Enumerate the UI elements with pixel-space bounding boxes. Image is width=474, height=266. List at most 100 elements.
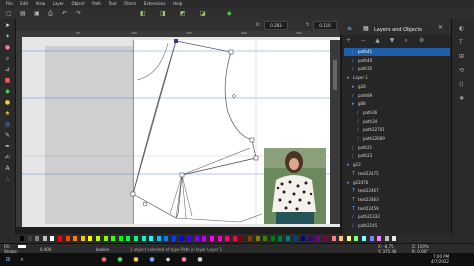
palette-swatch[interactable]	[301, 236, 306, 241]
palette-swatch[interactable]	[172, 236, 176, 241]
app-icon[interactable]: ●	[180, 256, 188, 263]
palette-swatch[interactable]	[278, 236, 283, 241]
palette-swatch[interactable]	[111, 236, 116, 241]
palette-swatch[interactable]	[141, 236, 146, 241]
vertical-scrollbar[interactable]	[330, 40, 340, 224]
layer-tree-row[interactable]: ∕ path21	[344, 144, 450, 152]
layer-tree-row[interactable]: ∕ path34	[344, 118, 450, 126]
palette-swatch[interactable]	[20, 236, 24, 241]
clock-date[interactable]: 4/7/2022	[431, 259, 449, 264]
app-icon[interactable]: ●	[196, 256, 204, 263]
app-icon[interactable]: ●	[100, 256, 108, 263]
align-icon[interactable]: ⊞	[459, 53, 464, 60]
move-down-icon[interactable]: ▼	[390, 38, 398, 44]
layer-tree-row[interactable]: ▸ g28	[344, 83, 450, 91]
palette-swatch[interactable]	[103, 236, 108, 241]
palette-swatch[interactable]	[88, 236, 93, 241]
start-icon[interactable]: ⊞	[4, 256, 12, 263]
layer-selector[interactable]: bodice	[96, 247, 109, 252]
transform-icon[interactable]: ⟲	[459, 67, 464, 74]
palette-swatch[interactable]	[324, 236, 328, 241]
layer-tree-row[interactable]: Ttext22463	[344, 196, 450, 204]
layer-tree-row[interactable]: ∕ path36	[344, 109, 450, 117]
layer-tree-row[interactable]: Ttext22467	[344, 187, 450, 195]
layer-tree-row[interactable]: ∕ path89	[344, 92, 450, 100]
palette-swatch[interactable]	[346, 236, 351, 241]
fill-swatch[interactable]	[18, 245, 26, 248]
palette-swatch[interactable]	[194, 236, 199, 241]
layer-tree-row[interactable]: ∕ path22689	[344, 135, 450, 143]
palette-swatch[interactable]	[293, 236, 298, 241]
palette-swatch[interactable]	[232, 236, 237, 241]
palette-swatch[interactable]	[240, 236, 245, 241]
layer-tree-row[interactable]: ▸ g88	[344, 100, 450, 108]
palette-swatch[interactable]	[392, 236, 397, 241]
palette-swatch[interactable]	[369, 236, 374, 241]
layer-tree-row[interactable]: ∕ path23	[344, 152, 450, 160]
layer-tree-row[interactable]: ∕ path22701	[344, 126, 450, 134]
palette-swatch[interactable]	[58, 236, 62, 241]
palette-swatch[interactable]	[255, 236, 260, 241]
palette-swatch[interactable]	[73, 236, 78, 241]
palette-swatch[interactable]	[377, 236, 382, 241]
xml-editor-icon[interactable]: ⟨⟩	[459, 81, 464, 88]
palette-swatch[interactable]	[210, 236, 214, 241]
search-icon[interactable]: ⌕	[18, 256, 26, 263]
palette-swatch[interactable]	[164, 236, 169, 241]
layer-tree-row[interactable]: ∕ path21333	[344, 213, 450, 221]
close-icon[interactable]: ✕	[438, 24, 443, 31]
layer-tree-row[interactable]: ∕ path40	[344, 57, 450, 65]
layer-tree-row[interactable]: ▸ g22476	[344, 179, 450, 187]
palette-swatch[interactable]	[308, 236, 313, 241]
layer-tree-row[interactable]: ∕ path41	[344, 48, 450, 56]
app-icon[interactable]: ●	[116, 256, 124, 263]
palette-swatch[interactable]	[156, 236, 161, 241]
palette-swatch[interactable]	[248, 236, 252, 241]
fill-stroke-icon[interactable]: ◐	[459, 25, 464, 32]
palette-swatch[interactable]	[126, 236, 131, 241]
palette-swatch[interactable]	[316, 236, 321, 241]
app-icon[interactable]: ●	[132, 256, 140, 263]
layer-tree-row[interactable]: ∕ path35	[344, 65, 450, 73]
scrollbar-thumb[interactable]	[333, 60, 337, 90]
palette-swatch[interactable]	[339, 236, 344, 241]
app-icon[interactable]: ●	[148, 256, 156, 263]
layer-tree-row[interactable]: Ttext22459	[344, 205, 450, 213]
palette-swatch[interactable]	[362, 236, 366, 241]
objects-icon[interactable]: ▦	[363, 25, 369, 32]
opacity-value[interactable]: 0.400	[40, 247, 51, 252]
palette-swatch[interactable]	[263, 236, 268, 241]
layers-icon[interactable]: ≡	[347, 25, 352, 32]
remove-layer-icon[interactable]: −	[361, 38, 369, 44]
symbols-icon[interactable]: ❖	[459, 95, 464, 102]
palette-swatch[interactable]	[65, 236, 70, 241]
palette-swatch[interactable]	[118, 236, 123, 241]
palette-swatch[interactable]	[225, 236, 230, 241]
text-font-icon[interactable]: T	[459, 39, 463, 46]
layer-tree-row[interactable]: ▸ g23	[344, 161, 450, 169]
inkscape-icon[interactable]: ◆	[164, 256, 172, 263]
palette-swatch[interactable]	[96, 236, 100, 241]
palette-swatch[interactable]	[35, 236, 40, 241]
layer-tree-row[interactable]: ▸ Layer 1	[344, 74, 450, 82]
settings-icon[interactable]: ⚙	[419, 38, 427, 44]
palette-swatch[interactable]	[331, 236, 336, 241]
palette-swatch[interactable]	[179, 236, 184, 241]
palette-swatch[interactable]	[217, 236, 222, 241]
search-icon[interactable]: ⌕	[404, 38, 412, 44]
add-layer-icon[interactable]: +	[346, 38, 354, 44]
palette-swatch[interactable]	[80, 236, 85, 241]
palette-swatch[interactable]	[187, 236, 192, 241]
layer-tree-row[interactable]: ∕ path2145	[344, 222, 450, 230]
palette-swatch[interactable]	[354, 236, 359, 241]
palette-swatch[interactable]	[384, 236, 389, 241]
move-up-icon[interactable]: ▲	[375, 38, 383, 44]
reference-photo[interactable]	[264, 148, 326, 224]
palette-swatch[interactable]	[134, 236, 138, 241]
palette-swatch[interactable]	[149, 236, 154, 241]
palette-swatch[interactable]	[270, 236, 275, 241]
palette-swatch[interactable]	[202, 236, 207, 241]
palette-swatch[interactable]	[50, 236, 55, 241]
palette-swatch[interactable]	[42, 236, 47, 241]
palette-swatch[interactable]	[27, 236, 32, 241]
